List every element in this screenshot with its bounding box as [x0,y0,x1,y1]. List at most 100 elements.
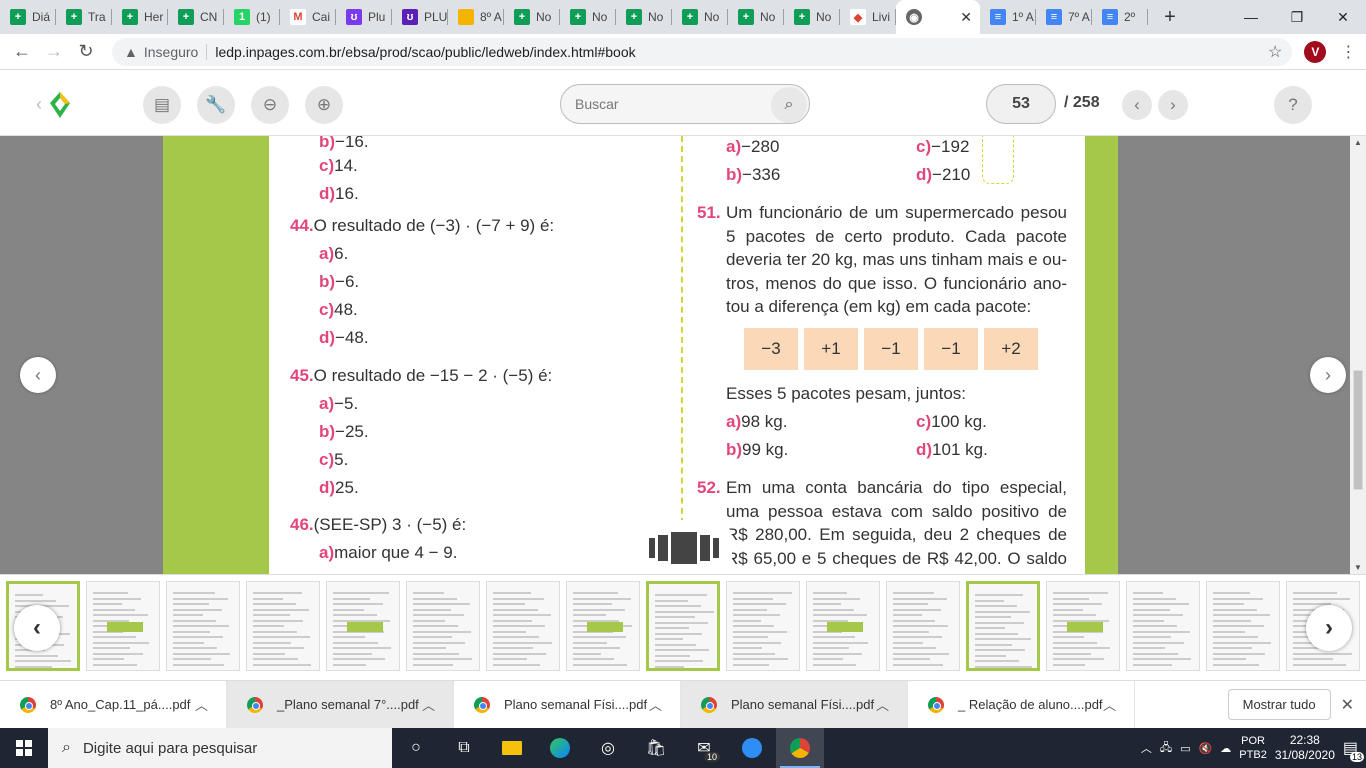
cortana-icon[interactable]: ○ [392,728,440,768]
profile-avatar[interactable]: V [1304,40,1327,63]
close-icon[interactable]: ✕ [1341,695,1354,715]
browser-tab[interactable]: + No [784,0,840,34]
download-item[interactable]: Plano semanal Físi....pdf ︿ [681,680,908,729]
page-thumbnail[interactable] [886,581,960,671]
previous-spread-icon[interactable]: ‹ [20,357,56,393]
network-icon[interactable]: 🖧 [1160,739,1172,758]
menu-icon[interactable]: ⋮ [1340,42,1356,62]
browser-tab[interactable]: + No [728,0,784,34]
browser-tab[interactable]: 1 (1) [224,0,280,34]
browser-tab[interactable]: + No [560,0,616,34]
chevron-up-icon[interactable]: ︿ [876,695,889,714]
maximize-button[interactable]: ❐ [1274,0,1320,34]
next-spread-icon[interactable]: › [1310,357,1346,393]
page-thumbnail[interactable] [806,581,880,671]
mail-icon[interactable]: ✉ 10 [680,728,728,768]
windows-start-icon[interactable] [0,728,48,768]
browser-tab[interactable]: ʊ Plu [336,0,392,34]
edge-icon[interactable] [536,728,584,768]
vertical-scrollbar[interactable]: ▲ ▼ [1350,136,1366,574]
bookmark-icon[interactable] [982,136,1014,184]
active-tab[interactable]: ◉ ✕ [896,0,980,34]
question-45: 45.O resultado de −15 − 2 · (−5) é: [290,366,553,385]
thumbnails-previous-icon[interactable]: ‹ [14,605,60,651]
new-tab-button[interactable]: + [1158,6,1182,29]
page-number-input[interactable]: 53 [986,84,1056,124]
page-thumbnail[interactable] [1046,581,1120,671]
battery-icon[interactable]: ▭ [1180,742,1190,755]
url-text: ledp.inpages.com.br/ebsa/prod/scao/publi… [215,43,636,60]
back-button[interactable]: ← [6,41,38,62]
show-all-button[interactable]: Mostrar tudo [1227,689,1331,720]
file-explorer-icon[interactable] [488,728,536,768]
language-indicator[interactable]: POR PTB2 [1239,734,1267,762]
browser-tab[interactable]: M Cai [280,0,336,34]
search-icon[interactable]: ⌕ [771,87,807,123]
mute-icon[interactable]: 🔇 [1199,742,1213,755]
chevron-up-icon[interactable]: ︿ [1103,695,1116,714]
browser-tab[interactable]: + No [504,0,560,34]
book-search-field[interactable]: Buscar ⌕ [560,84,810,124]
tab-favicon-icon: + [66,9,82,25]
page-thumbnail[interactable] [406,581,480,671]
next-page-icon[interactable]: › [1158,90,1188,120]
zoom-out-icon[interactable]: ⊖ [251,86,289,124]
logo-icon[interactable]: ‹ [36,90,76,120]
chevron-up-icon[interactable]: ︿ [649,695,662,714]
task-view-icon[interactable]: ⧉ [440,728,488,768]
page-thumbnail[interactable] [1206,581,1280,671]
browser-tab[interactable]: + No [616,0,672,34]
page-thumbnail[interactable] [246,581,320,671]
browser-tab[interactable]: 8º A [448,0,504,34]
thumbnail-toggle-handle[interactable] [636,520,732,576]
browser-tab[interactable]: ʊ PLU [392,0,448,34]
store-icon[interactable]: 🛍 [632,728,680,768]
bookmark-star-icon[interactable]: ☆ [1268,42,1282,62]
page-thumbnail[interactable] [86,581,160,671]
download-item[interactable]: _Plano semanal 7°....pdf ︿ [227,680,454,729]
browser-tab[interactable]: + Her [112,0,168,34]
safari-icon[interactable] [728,728,776,768]
page-thumbnail[interactable] [646,581,720,671]
taskbar-search-field[interactable]: ⌕ Digite aqui para pesquisar [48,728,392,768]
download-item[interactable]: _ Relação de aluno....pdf ︿ [908,680,1135,729]
reload-button[interactable]: ↻ [70,41,102,62]
minimize-button[interactable]: — [1228,0,1274,34]
forward-button[interactable]: → [38,41,70,62]
chevron-up-icon[interactable]: ︿ [422,695,435,714]
browser-tab[interactable]: + Tra [56,0,112,34]
browser-tab[interactable]: ≡ 1º A [980,0,1036,34]
column-divider [681,136,683,574]
close-window-button[interactable]: ✕ [1320,0,1366,34]
browser-tab[interactable]: ≡ 7º A [1036,0,1092,34]
clock[interactable]: 22:38 31/08/2020 [1275,733,1335,763]
obs-icon[interactable]: ◎ [584,728,632,768]
tools-icon[interactable]: 🔧 [197,86,235,124]
page-thumbnail[interactable] [486,581,560,671]
previous-page-icon[interactable]: ‹ [1122,90,1152,120]
download-item[interactable]: 8º Ano_Cap.11_pá....pdf ︿ [0,680,227,729]
page-thumbnail[interactable] [966,581,1040,671]
chevron-up-icon[interactable]: ︿ [195,695,208,714]
table-of-contents-icon[interactable]: ▤ [143,86,181,124]
page-thumbnail[interactable] [326,581,400,671]
chrome-taskbar-icon[interactable] [776,728,824,768]
page-thumbnail[interactable] [566,581,640,671]
browser-tab[interactable]: + CN [168,0,224,34]
page-thumbnail[interactable] [1126,581,1200,671]
thumbnails-next-icon[interactable]: › [1306,605,1352,651]
browser-tab[interactable]: ≡ 2º [1092,0,1148,34]
page-thumbnail[interactable] [166,581,240,671]
browser-tab[interactable]: + Diá [0,0,56,34]
zoom-in-icon[interactable]: ⊕ [305,86,343,124]
help-icon[interactable]: ? [1274,86,1312,124]
close-tab-icon[interactable]: ✕ [960,9,972,26]
url-field[interactable]: ▲ Inseguro ledp.inpages.com.br/ebsa/prod… [112,37,1292,66]
page-thumbnail[interactable] [726,581,800,671]
cloud-icon[interactable]: ☁ [1220,742,1231,755]
download-item[interactable]: Plano semanal Físi....pdf ︿ [454,680,681,729]
browser-tab[interactable]: + No [672,0,728,34]
browser-tab[interactable]: ◆ Livi [840,0,896,34]
chevron-up-icon[interactable]: ︿ [1141,740,1152,756]
notifications-icon[interactable]: ▤ 13 [1343,738,1364,762]
